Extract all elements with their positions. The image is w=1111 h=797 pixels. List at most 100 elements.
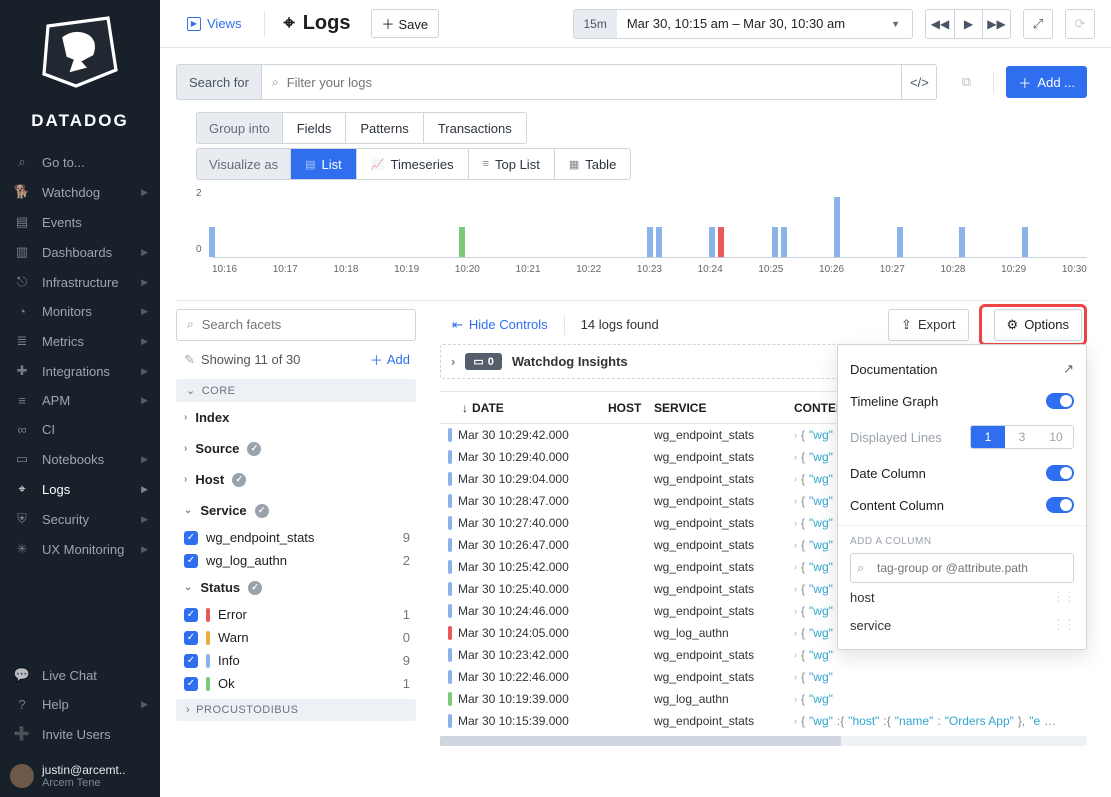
nav-item-infrastructure[interactable]: ⎋Infrastructure▶ <box>0 267 160 297</box>
user-row[interactable]: justin@arcemt.. Arcem Tene <box>0 755 160 797</box>
drag-handle-icon[interactable]: ⋮⋮ <box>1052 617 1074 633</box>
facet-source[interactable]: ›Source✓ <box>176 433 416 464</box>
viz-toplist[interactable]: ≡Top List <box>468 149 554 179</box>
nav-item-watchdog[interactable]: 🐕Watchdog▶ <box>0 177 160 207</box>
col-service[interactable]: SERVICE <box>654 401 794 415</box>
checkbox[interactable]: ✓ <box>184 554 198 568</box>
nav-item-integrations[interactable]: ✚Integrations▶ <box>0 356 160 386</box>
nav-label: Security <box>42 512 89 527</box>
facet-host[interactable]: ›Host✓ <box>176 464 416 495</box>
views-button[interactable]: ▶ Views <box>176 10 252 37</box>
group-transactions[interactable]: Transactions <box>423 113 526 143</box>
insights-badge: ▭0 <box>465 353 502 370</box>
checkbox[interactable]: ✓ <box>184 608 198 622</box>
search-input-wrapper[interactable]: ⌕ <box>261 64 901 100</box>
facet-value[interactable]: ✓Ok1 <box>176 672 416 695</box>
content-toggle[interactable] <box>1046 497 1074 513</box>
facet-value[interactable]: ✓wg_endpoint_stats9 <box>176 526 416 549</box>
chevron-right-icon: ▶ <box>141 187 148 198</box>
chevron-right-icon: ▶ <box>141 366 148 377</box>
group-patterns[interactable]: Patterns <box>345 113 422 143</box>
zoom-out-button[interactable]: ⤢ <box>1023 9 1053 39</box>
checkbox[interactable]: ✓ <box>184 677 198 691</box>
checkbox[interactable]: ✓ <box>184 531 198 545</box>
facet-value[interactable]: ✓Error1 <box>176 603 416 626</box>
nav-item-logs[interactable]: ⌖Logs▶ <box>0 474 160 504</box>
rewind-button[interactable]: ◀◀ <box>926 10 954 38</box>
lines-10[interactable]: 10 <box>1039 426 1073 448</box>
timeline-toggle[interactable] <box>1046 393 1074 409</box>
facet-group-core[interactable]: ⌄ CORE <box>176 379 416 402</box>
export-button[interactable]: ⇪Export <box>888 309 968 341</box>
time-range: Mar 30, 10:15 am – Mar 30, 10:30 am <box>627 16 845 31</box>
checkbox[interactable]: ✓ <box>184 631 198 645</box>
nav-item-apm[interactable]: ≡APM▶ <box>0 386 160 415</box>
nav-item-ux-monitoring[interactable]: ✳UX Monitoring▶ <box>0 534 160 564</box>
checkbox[interactable]: ✓ <box>184 654 198 668</box>
viz-table[interactable]: ▦Table <box>554 149 630 179</box>
time-picker[interactable]: 15m Mar 30, 10:15 am – Mar 30, 10:30 am▼ <box>573 9 914 39</box>
nav-icon: ≡ <box>12 393 32 408</box>
facet-status[interactable]: ⌄Status✓ <box>176 572 416 603</box>
play-button[interactable]: ▶ <box>954 10 982 38</box>
save-button[interactable]: ＋Save <box>371 9 440 38</box>
nav-item-help[interactable]: ?Help▶ <box>0 690 160 719</box>
nav-item-live-chat[interactable]: 💬Live Chat <box>0 660 160 690</box>
group-fields[interactable]: Fields <box>282 113 346 143</box>
facet-add-button[interactable]: ＋Add <box>370 350 410 369</box>
nav-item-go-to-[interactable]: ⌕Go to... <box>0 147 160 177</box>
col-date[interactable]: ↓DATE <box>440 401 608 415</box>
nav-item-security[interactable]: ⛨Security▶ <box>0 504 160 534</box>
timeline-chart[interactable]: 2 0 10:1610:1710:1810:1910:2010:2110:221… <box>196 188 1087 278</box>
options-displayed-lines: Displayed Lines 1 3 10 <box>838 417 1086 457</box>
nav-label: UX Monitoring <box>42 542 124 557</box>
search-icon: ⌕ <box>272 75 279 90</box>
nav-item-metrics[interactable]: ≣Metrics▶ <box>0 326 160 356</box>
horizontal-scrollbar[interactable] <box>440 736 1087 746</box>
log-row[interactable]: Mar 30 10:22:46.000wg_endpoint_stats›{"w… <box>440 666 1087 688</box>
search-label: Search for <box>176 64 261 100</box>
facet-value[interactable]: ✓Warn0 <box>176 626 416 649</box>
facet-service[interactable]: ⌄Service✓ <box>176 495 416 526</box>
column-item-host[interactable]: host⋮⋮ <box>850 583 1074 611</box>
log-row[interactable]: Mar 30 10:15:39.000wg_endpoint_stats›{"w… <box>440 710 1087 732</box>
forward-button[interactable]: ▶▶ <box>982 10 1010 38</box>
group-label: Group into <box>197 113 282 143</box>
search-icon: ⌕ <box>857 560 864 576</box>
query-code-button[interactable]: </> <box>901 64 937 100</box>
nav-item-ci[interactable]: ∞CI <box>0 415 160 444</box>
refresh-button[interactable]: ⟳ <box>1065 9 1095 39</box>
lines-1[interactable]: 1 <box>971 426 1005 448</box>
nav-icon: ◔ <box>12 304 32 319</box>
add-button[interactable]: ＋Add ... <box>1006 66 1087 98</box>
nav-item-notebooks[interactable]: ▭Notebooks▶ <box>0 444 160 474</box>
facet-value[interactable]: ✓wg_log_authn2 <box>176 549 416 572</box>
time-preset[interactable]: 15m <box>574 10 617 38</box>
viz-timeseries[interactable]: 📈Timeseries <box>356 149 468 179</box>
nav-item-dashboards[interactable]: ▥Dashboards▶ <box>0 237 160 267</box>
lines-3[interactable]: 3 <box>1005 426 1039 448</box>
facet-search-input[interactable] <box>202 317 405 332</box>
drag-handle-icon[interactable]: ⋮⋮ <box>1052 589 1074 605</box>
options-button[interactable]: ⚙Options <box>994 309 1082 341</box>
column-item-service[interactable]: service⋮⋮ <box>850 611 1074 639</box>
nav-item-events[interactable]: ▤Events <box>0 207 160 237</box>
nav-item-invite-users[interactable]: ➕Invite Users <box>0 719 160 749</box>
facet-value[interactable]: ✓Info9 <box>176 649 416 672</box>
col-host[interactable]: HOST <box>608 401 654 415</box>
options-documentation[interactable]: Documentation↗ <box>838 353 1086 385</box>
nav-label: CI <box>42 422 55 437</box>
search-input[interactable] <box>287 75 892 90</box>
copy-button[interactable]: ⧉ <box>951 67 981 97</box>
viz-list[interactable]: ▤List <box>290 149 356 179</box>
hide-controls-button[interactable]: ⇤Hide Controls <box>452 317 548 333</box>
date-toggle[interactable] <box>1046 465 1074 481</box>
displayed-lines-pills: 1 3 10 <box>970 425 1074 449</box>
nav-label: Dashboards <box>42 245 112 260</box>
facet-index[interactable]: ›Index <box>176 402 416 433</box>
nav-item-monitors[interactable]: ◔Monitors▶ <box>0 297 160 326</box>
facet-search[interactable]: ⌕ <box>176 309 416 341</box>
log-row[interactable]: Mar 30 10:19:39.000wg_log_authn›{"wg" <box>440 688 1087 710</box>
add-column-input[interactable] <box>850 553 1074 583</box>
facet-group-procustodibus[interactable]: › PROCUSTODIBUS <box>176 699 416 721</box>
